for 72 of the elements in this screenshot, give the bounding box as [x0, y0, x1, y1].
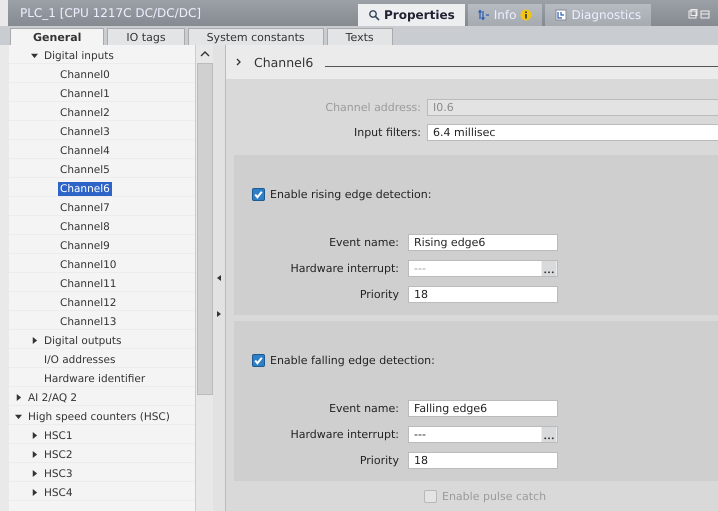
inspector-tab[interactable]: Properties [358, 4, 465, 26]
arrows-icon [478, 9, 490, 21]
info-icon [520, 9, 532, 21]
field-label: Input filters: [352, 126, 422, 139]
tree-item[interactable]: Channel7 [58, 200, 112, 214]
tree-item[interactable]: Channel5 [58, 162, 112, 176]
event-name-field[interactable]: Rising edge6 [408, 234, 558, 250]
tree-item[interactable]: Channel11 [58, 276, 118, 290]
tree-item[interactable]: I/O addresses [42, 352, 118, 366]
tree-item[interactable]: High speed counters (HSC) [26, 410, 172, 424]
expander-icon[interactable] [15, 394, 22, 401]
window-controls-icon[interactable] [688, 9, 710, 19]
expander-icon[interactable] [31, 337, 38, 344]
hardware-interrupt-field[interactable]: --- [408, 426, 558, 442]
window-title: PLC_1 [CPU 1217C DC/DC/DC] [20, 6, 202, 20]
diagnostics-icon [555, 9, 568, 21]
tree-item[interactable]: Channel1 [58, 86, 112, 100]
field-label: Event name: [328, 402, 400, 414]
tree-item[interactable]: HSC4 [42, 486, 75, 500]
tree-item[interactable]: Channel9 [58, 238, 112, 252]
scrollbar-thumb[interactable] [196, 63, 212, 395]
expander-icon[interactable] [31, 451, 38, 458]
tree-item[interactable]: HSC1 [42, 428, 75, 442]
tree-item[interactable]: Channel8 [58, 220, 112, 234]
field-label: Hardware interrupt: [289, 428, 400, 440]
scrollbar[interactable] [195, 45, 213, 511]
tree-item[interactable]: Channel10 [58, 258, 118, 272]
priority-field[interactable]: 18 [408, 286, 558, 302]
expander-icon[interactable] [15, 413, 22, 420]
tree-item[interactable]: Channel0 [58, 68, 112, 82]
section-title: Channel6 [254, 54, 314, 70]
event-name-field[interactable]: Falling edge6 [408, 400, 558, 416]
tree-item[interactable]: Channel6 [58, 182, 112, 196]
browse-icon[interactable] [541, 426, 557, 442]
tree-item[interactable]: Channel3 [58, 124, 112, 138]
tree-item[interactable]: HSC3 [42, 466, 75, 480]
tree-item[interactable]: Hardware identifier [42, 372, 148, 386]
tree-item[interactable]: Digital outputs [42, 334, 124, 348]
tab[interactable]: IO tags [107, 28, 185, 45]
expander-icon[interactable] [31, 432, 38, 439]
tab[interactable]: General [10, 28, 104, 45]
field-value: --- [414, 262, 426, 274]
checkbox[interactable] [252, 354, 265, 366]
search-icon [368, 9, 380, 21]
field-label: Hardware interrupt: [289, 262, 400, 274]
tree-item[interactable]: HSC2 [42, 448, 75, 462]
expander-icon[interactable] [31, 52, 38, 59]
tree-item[interactable]: Channel4 [58, 144, 112, 158]
checkbox-label: Enable rising edge detection: [270, 188, 432, 200]
input-filters-dropdown[interactable]: 6.4 millisec [427, 124, 718, 141]
tree-item[interactable]: Channel13 [58, 314, 118, 328]
tab[interactable]: Texts [326, 28, 393, 45]
field-label: Priority [358, 454, 400, 466]
expand-right-icon[interactable] [217, 311, 221, 317]
checkbox[interactable] [252, 188, 265, 200]
tab[interactable]: System constants [188, 28, 324, 45]
section-caret-icon [236, 58, 242, 66]
tree-item[interactable]: Channel2 [58, 106, 112, 120]
field-label: Priority [358, 288, 400, 300]
field-value: --- [414, 428, 426, 440]
tree-item[interactable]: AI 2/AQ 2 [26, 390, 80, 404]
priority-field[interactable]: 18 [408, 452, 558, 468]
scroll-up-icon[interactable] [200, 51, 210, 57]
field-label: Event name: [328, 236, 400, 248]
tree-item[interactable]: Channel12 [58, 296, 118, 310]
collapse-left-icon[interactable] [217, 275, 221, 281]
field-label: Channel address: [324, 101, 422, 114]
tree-item[interactable]: Digital inputs [42, 48, 116, 62]
checkbox-label: Enable pulse catch [442, 490, 546, 502]
expander-icon[interactable] [31, 489, 38, 496]
checkbox-label: Enable falling edge detection: [270, 354, 435, 366]
expander-icon[interactable] [31, 470, 38, 477]
